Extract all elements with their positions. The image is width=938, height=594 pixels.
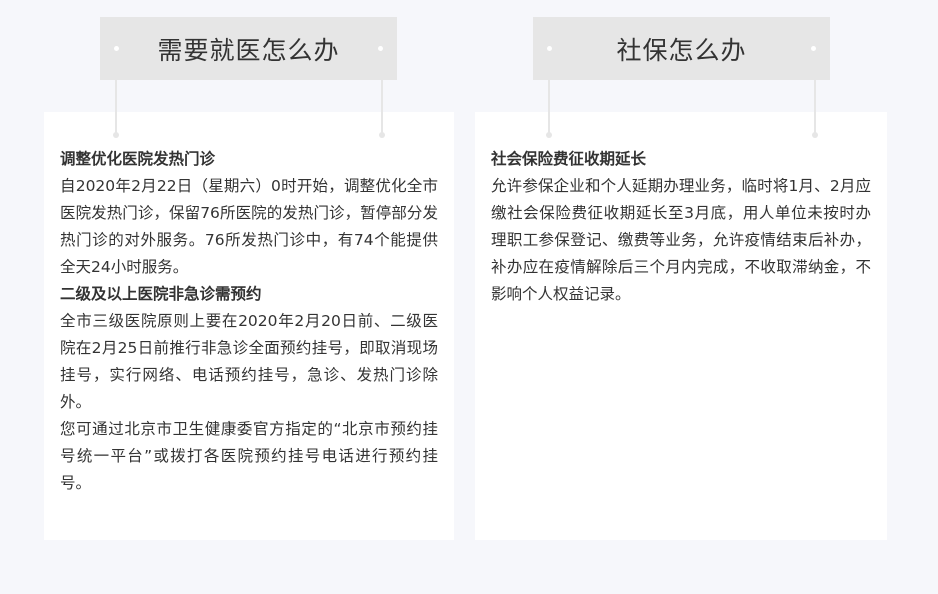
panel-title: 需要就医怎么办: [157, 35, 340, 65]
hanger-end-dot: [812, 132, 818, 138]
hanger-line: [548, 80, 550, 135]
social-security-title-box: 社保怎么办: [533, 17, 830, 80]
medical-card: 调整优化医院发热门诊 自2020年2月22日（星期六）0时开始，调整优化全市医院…: [44, 112, 454, 540]
hanger-line: [115, 80, 117, 135]
hanger-end-dot: [113, 132, 119, 138]
decor-dot: [114, 46, 119, 51]
decor-dot: [811, 46, 816, 51]
decor-dot: [378, 46, 383, 51]
section-paragraph: 您可通过北京市卫生健康委官方指定的“北京市预约挂号统一平台”或拨打各医院预约挂号…: [60, 420, 438, 492]
social-security-card: 社会保险费征收期延长 允许参保企业和个人延期办理业务，临时将1月、2月应缴社会保…: [475, 112, 887, 540]
panel-title: 社保怎么办: [616, 35, 747, 65]
section-contribution-period: 社会保险费征收期延长 允许参保企业和个人延期办理业务，临时将1月、2月应缴社会保…: [491, 146, 871, 308]
section-heading: 二级及以上医院非急诊需预约: [60, 285, 262, 303]
section-paragraph: 允许参保企业和个人延期办理业务，临时将1月、2月应缴社会保险费征收期延长至3月底…: [491, 177, 871, 303]
section-heading: 社会保险费征收期延长: [491, 150, 647, 168]
hanger-end-dot: [379, 132, 385, 138]
hanger-end-dot: [546, 132, 552, 138]
section-paragraph: 全市三级医院原则上要在2020年2月20日前、二级医院在2月25日前推行非急诊全…: [60, 312, 438, 411]
section-paragraph: 自2020年2月22日（星期六）0时开始，调整优化全市医院发热门诊，保留76所医…: [60, 177, 438, 276]
hanger-line: [814, 80, 816, 135]
section-appointment: 二级及以上医院非急诊需预约 全市三级医院原则上要在2020年2月20日前、二级医…: [60, 281, 438, 497]
section-fever-clinic: 调整优化医院发热门诊 自2020年2月22日（星期六）0时开始，调整优化全市医院…: [60, 146, 438, 281]
medical-panel: 调整优化医院发热门诊 自2020年2月22日（星期六）0时开始，调整优化全市医院…: [0, 0, 469, 594]
medical-title-box: 需要就医怎么办: [100, 17, 397, 80]
social-security-panel: 社会保险费征收期延长 允许参保企业和个人延期办理业务，临时将1月、2月应缴社会保…: [469, 0, 938, 594]
decor-dot: [547, 46, 552, 51]
hanger-line: [381, 80, 383, 135]
section-heading: 调整优化医院发热门诊: [60, 150, 216, 168]
